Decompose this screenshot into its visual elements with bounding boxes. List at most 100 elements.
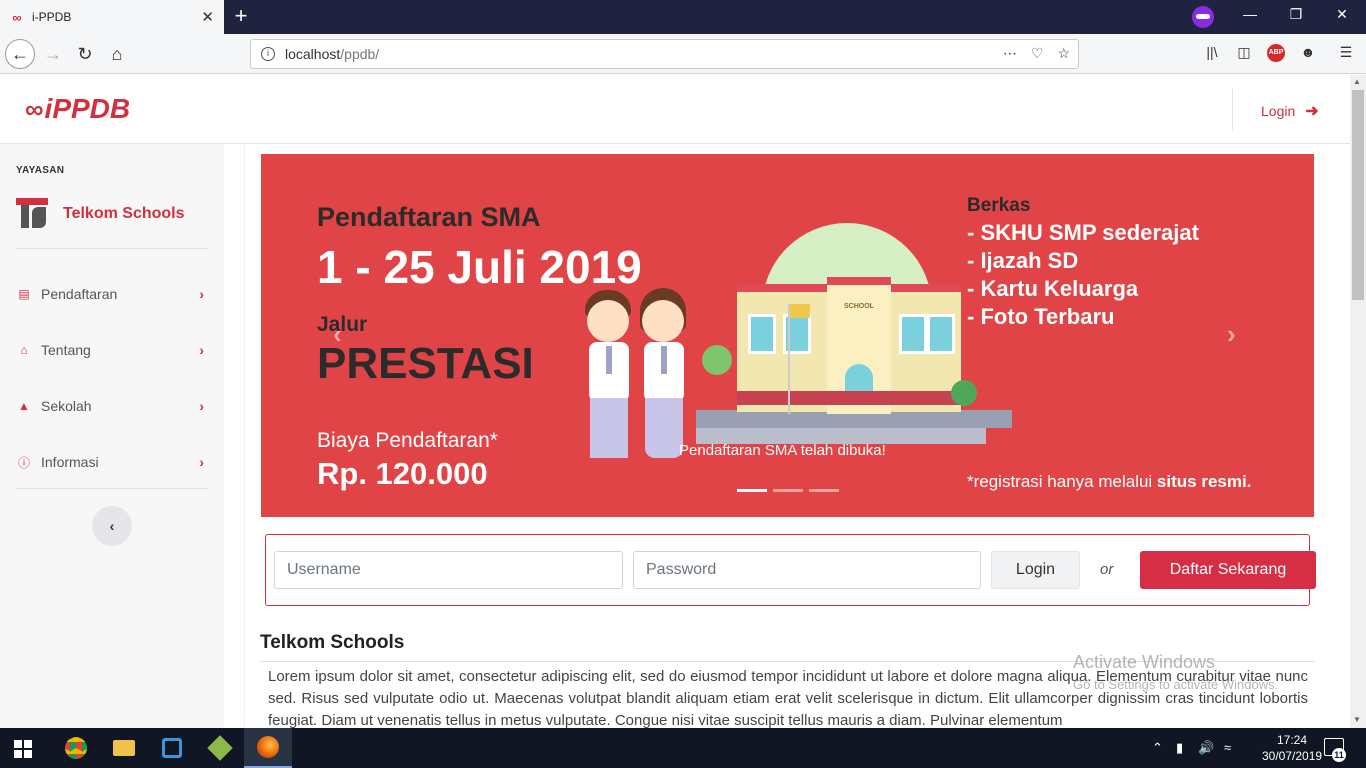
main-content: SCHOOL Pendaftaran SMA 1 - 25 Juli 2019 … [244, 144, 1350, 728]
battery-icon[interactable]: ▮ [1176, 740, 1183, 756]
yayasan-label: YAYASAN [16, 165, 65, 176]
chevron-right-icon: › [199, 342, 204, 358]
login-button[interactable]: Login [991, 551, 1080, 589]
banner-jalur: Jalur [317, 313, 368, 336]
collapse-sidebar-button[interactable]: ‹ [92, 506, 132, 546]
new-tab-icon[interactable]: + [230, 4, 252, 28]
sidebar-item-pendaftaran[interactable]: ▤ Pendaftaran › [16, 282, 208, 306]
bookmark-star-icon[interactable]: ☆ [1057, 45, 1070, 62]
door-illustration [845, 364, 873, 392]
close-tab-icon[interactable]: ✕ [201, 8, 214, 26]
vscode-taskbar-icon[interactable] [148, 728, 196, 768]
carousel-prev-icon[interactable]: ‹ [333, 319, 342, 350]
windows-start-icon[interactable] [14, 740, 32, 758]
back-arrow-icon[interactable]: ← [5, 39, 35, 69]
page-actions-icon[interactable]: ⋯ [1003, 45, 1017, 62]
tab-title: i-PPDB [32, 10, 72, 24]
scroll-down-icon[interactable]: ▼ [1353, 715, 1361, 724]
window-illustration [927, 314, 955, 354]
browser-tab[interactable]: ∞ i-PPDB ✕ [0, 0, 224, 34]
logo-mark-icon: ∞ [25, 93, 43, 124]
login-form: Login or Daftar Sekarang [265, 534, 1316, 606]
firefox-taskbar-icon[interactable] [244, 728, 292, 768]
sidebar-divider [16, 248, 208, 249]
tree-illustration [702, 345, 732, 375]
telkom-schools-logo [16, 198, 48, 228]
carousel-indicator-3[interactable] [809, 489, 839, 492]
sidebar-item-tentang[interactable]: ⌂ Tentang › [16, 338, 208, 362]
note-prefix: *registrasi hanya melalui [967, 472, 1157, 491]
username-input[interactable] [274, 551, 623, 589]
adblock-plus-icon[interactable]: ABP [1267, 44, 1285, 62]
banner-title: Pendaftaran SMA [317, 202, 541, 232]
school-sign: SCHOOL [844, 303, 874, 310]
carousel-indicators [737, 489, 839, 492]
sidebar-toggle-icon[interactable]: ◫ [1234, 44, 1254, 61]
sidebar-item-label: Informasi [41, 454, 99, 470]
activate-windows-watermark: Activate Windows [1073, 652, 1216, 672]
sidebar-item-label: Pendaftaran [41, 286, 118, 302]
about-title: Telkom Schools [260, 632, 405, 653]
home-icon[interactable]: ⌂ [102, 39, 132, 69]
notification-count-badge: 11 [1332, 748, 1346, 762]
page-scrollbar[interactable]: ▲ ▼ [1350, 75, 1366, 728]
volume-icon[interactable]: 🔊 [1198, 740, 1214, 756]
restore-icon[interactable]: ❐ [1286, 6, 1306, 23]
or-text: or [1100, 561, 1114, 578]
carousel-caption: Pendaftaran SMA telah dibuka! [679, 442, 886, 459]
git-taskbar-icon[interactable] [196, 728, 244, 768]
clock-time: 17:24 [1276, 733, 1308, 747]
logo-text: iPPDB [44, 93, 131, 124]
library-icon[interactable]: ||\ [1202, 44, 1222, 60]
register-button[interactable]: Daftar Sekarang [1140, 551, 1316, 589]
hero-carousel: SCHOOL Pendaftaran SMA 1 - 25 Juli 2019 … [261, 154, 1314, 517]
banner-date: 1 - 25 Juli 2019 [317, 241, 642, 293]
info-icon: ⓘ [17, 455, 30, 470]
berkas-item: - Ijazah SD [967, 248, 1079, 273]
show-hidden-icons-icon[interactable]: ⌃ [1152, 740, 1163, 756]
chevron-left-icon: ‹ [109, 518, 115, 534]
close-window-icon[interactable]: ✕ [1332, 6, 1352, 23]
forward-arrow-icon[interactable]: → [38, 39, 68, 69]
minimize-icon[interactable]: — [1240, 6, 1260, 22]
chrome-taskbar-icon[interactable] [52, 728, 100, 768]
header-divider [1232, 89, 1233, 131]
sidebar-item-informasi[interactable]: ⓘ Informasi › [16, 450, 208, 474]
password-input[interactable] [633, 551, 981, 589]
header-login-link[interactable]: Login ➜ [1261, 101, 1319, 121]
header-login-label: Login [1261, 103, 1296, 119]
page-header: ∞ iPPDB Login ➜ [0, 75, 1350, 144]
berkas-item: - Kartu Keluarga [967, 276, 1139, 301]
ippdb-logo[interactable]: ∞ iPPDB [25, 93, 130, 125]
scroll-thumb[interactable] [1352, 90, 1364, 300]
sidebar: YAYASAN Telkom Schools ▤ Pendaftaran › ⌂… [0, 144, 224, 728]
flag-illustration [790, 304, 810, 318]
network-icon[interactable]: ≈ [1224, 740, 1231, 755]
account-icon[interactable]: ☻ [1298, 44, 1318, 60]
carousel-indicator-2[interactable] [773, 489, 803, 492]
scroll-up-icon[interactable]: ▲ [1353, 77, 1361, 86]
carousel-next-icon[interactable]: › [1227, 319, 1236, 350]
activate-windows-subtitle: Go to Settings to activate Windows. [1073, 677, 1279, 692]
url-text: localhost/ppdb/ [285, 46, 379, 62]
file-explorer-taskbar-icon[interactable] [100, 728, 148, 768]
url-bar[interactable]: i localhost/ppdb/ ⋯ ♡ ☆ [250, 39, 1079, 69]
berkas-item: - SKHU SMP sederajat [967, 220, 1199, 245]
building-icon: ⌂ [20, 343, 28, 357]
pocket-icon[interactable]: ♡ [1031, 45, 1044, 62]
window-illustration [899, 314, 927, 354]
url-host: localhost [285, 46, 341, 62]
flagpole-illustration [788, 304, 790, 414]
ppdb-favicon-icon: ∞ [12, 9, 22, 25]
about-body: Lorem ipsum dolor sit amet, consectetur … [268, 668, 1308, 728]
carousel-indicator-1[interactable] [737, 489, 767, 492]
reload-icon[interactable]: ↻ [70, 39, 100, 69]
chevron-right-icon: › [199, 454, 204, 470]
graduation-cap-icon: ▲ [18, 399, 30, 413]
banner-price: Rp. 120.000 [317, 456, 488, 491]
menu-icon[interactable]: ☰ [1336, 44, 1356, 61]
note-bold: situs resmi. [1156, 472, 1252, 491]
sidebar-item-sekolah[interactable]: ▲ Sekolah › [16, 394, 208, 418]
site-info-icon[interactable]: i [261, 47, 275, 61]
taskbar-clock[interactable]: 17:24 30/07/2019 [1262, 732, 1322, 764]
